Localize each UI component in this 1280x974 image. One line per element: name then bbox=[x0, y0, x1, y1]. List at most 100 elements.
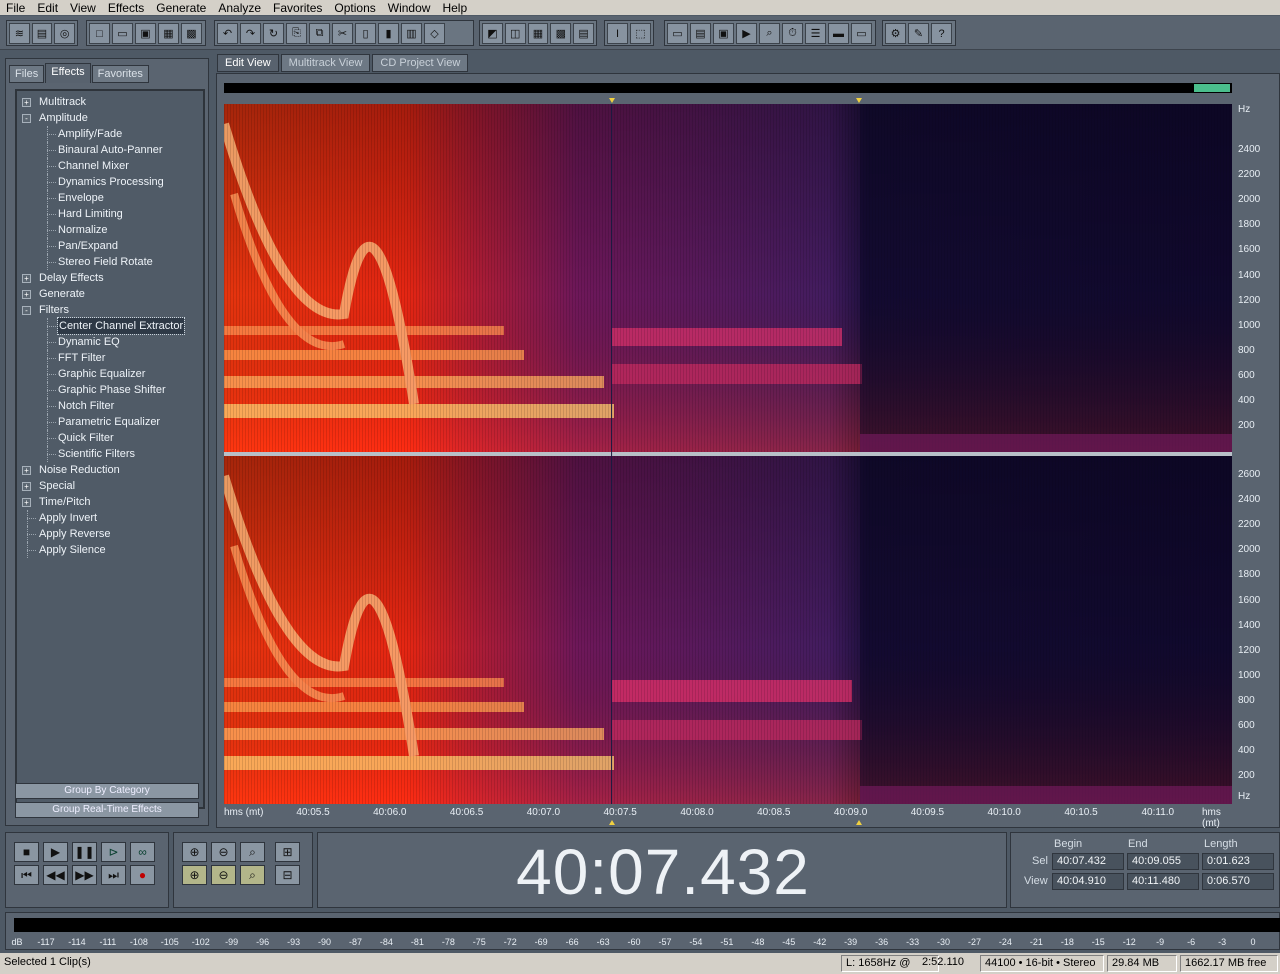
overview-bar[interactable] bbox=[224, 83, 1232, 93]
marquee-tool-icon[interactable]: ⬚ bbox=[630, 23, 651, 44]
tree-item-time-pitch[interactable]: + Time/Pitch bbox=[17, 494, 203, 510]
tree-item-channel-mixer[interactable]: Channel Mixer bbox=[17, 158, 203, 174]
record-button[interactable]: ● bbox=[130, 865, 155, 885]
organizer-icon[interactable]: ▭ bbox=[667, 23, 688, 44]
go-to-start-button[interactable]: ⏮ bbox=[14, 865, 39, 885]
rewind-button[interactable]: ◀◀ bbox=[43, 865, 68, 885]
menu-edit[interactable]: Edit bbox=[31, 1, 64, 15]
paste-new-icon[interactable]: ▮ bbox=[378, 23, 399, 44]
tree-item-filters[interactable]: - Filters bbox=[17, 302, 203, 318]
status-bar-icon[interactable]: ▭ bbox=[851, 23, 872, 44]
help-icon[interactable]: ? bbox=[931, 23, 952, 44]
waveform-view-icon[interactable]: ◩ bbox=[482, 23, 503, 44]
play-button[interactable]: ▶ bbox=[43, 842, 68, 862]
zoom-in-horizontal-button[interactable]: ⊕ bbox=[182, 842, 207, 862]
expander-icon[interactable]: + bbox=[22, 466, 31, 475]
selection-end-marker-top[interactable] bbox=[856, 98, 863, 103]
tab-cd-project-view[interactable]: CD Project View bbox=[372, 54, 469, 72]
zoom-selection-button[interactable]: ⌕ bbox=[240, 865, 265, 885]
pan-view-icon[interactable]: ▩ bbox=[550, 23, 572, 44]
group-realtime-effects-button[interactable]: Group Real-Time Effects bbox=[15, 802, 199, 818]
tree-item-parametric-equalizer[interactable]: Parametric Equalizer bbox=[17, 414, 203, 430]
tree-item-generate[interactable]: + Generate bbox=[17, 286, 203, 302]
selection-end-marker-bottom[interactable] bbox=[856, 820, 863, 825]
open-file-icon[interactable]: ▭ bbox=[112, 23, 133, 44]
zoom-to-left-button[interactable]: ⊕ bbox=[182, 865, 207, 885]
tree-item-multitrack[interactable]: + Multitrack bbox=[17, 94, 203, 110]
tree-item-dynamic-eq[interactable]: Dynamic EQ bbox=[17, 334, 203, 350]
snap-icon[interactable]: ◫ bbox=[504, 23, 526, 44]
repeat-icon[interactable]: ↻ bbox=[263, 23, 284, 44]
tree-item-quick-filter[interactable]: Quick Filter bbox=[17, 430, 203, 446]
menu-view[interactable]: View bbox=[64, 1, 102, 15]
expander-icon[interactable]: + bbox=[22, 98, 31, 107]
tree-item-delay-effects[interactable]: + Delay Effects bbox=[17, 270, 203, 286]
menu-analyze[interactable]: Analyze bbox=[212, 1, 267, 15]
tree-item-normalize[interactable]: Normalize bbox=[17, 222, 203, 238]
tab-effects[interactable]: Effects bbox=[45, 63, 91, 83]
view-end-field[interactable]: 40:11.480 bbox=[1127, 873, 1199, 890]
zoom-in-vertical-button[interactable]: ⊞ bbox=[275, 842, 300, 862]
expander-icon[interactable]: - bbox=[22, 114, 31, 123]
menu-window[interactable]: Window bbox=[382, 1, 437, 15]
copy-icon[interactable]: ⎘ bbox=[286, 23, 307, 44]
phase-view-icon[interactable]: ▤ bbox=[573, 23, 594, 44]
tree-item-envelope[interactable]: Envelope bbox=[17, 190, 203, 206]
tab-edit-view[interactable]: Edit View bbox=[217, 54, 279, 72]
expander-icon[interactable]: + bbox=[22, 482, 31, 491]
menu-file[interactable]: File bbox=[0, 1, 31, 15]
tree-item-pan-expand[interactable]: Pan/Expand bbox=[17, 238, 203, 254]
go-to-end-button[interactable]: ⏭ bbox=[101, 865, 126, 885]
scripts-icon[interactable]: ✎ bbox=[908, 23, 929, 44]
fast-forward-button[interactable]: ▶▶ bbox=[72, 865, 97, 885]
menu-generate[interactable]: Generate bbox=[150, 1, 212, 15]
sel-begin-field[interactable]: 40:07.432 bbox=[1052, 853, 1124, 870]
tree-item-center-channel-extractor[interactable]: Center Channel Extractor bbox=[17, 317, 203, 335]
spectral-view-icon[interactable]: ▦ bbox=[527, 23, 549, 44]
tree-item-apply-reverse[interactable]: Apply Reverse bbox=[17, 526, 203, 542]
tree-item-hard-limiting[interactable]: Hard Limiting bbox=[17, 206, 203, 222]
pause-button[interactable]: ❚❚ bbox=[72, 842, 97, 862]
copy-new-icon[interactable]: ⧉ bbox=[309, 23, 330, 44]
tree-item-dynamics-processing[interactable]: Dynamics Processing bbox=[17, 174, 203, 190]
mixer-icon[interactable]: ▤ bbox=[690, 23, 711, 44]
zoom-out-horizontal-button[interactable]: ⊖ bbox=[211, 842, 236, 862]
time-window-icon[interactable]: ⏱ bbox=[782, 23, 803, 44]
view-begin-field[interactable]: 40:04.910 bbox=[1052, 873, 1124, 890]
expander-icon[interactable]: - bbox=[22, 306, 31, 315]
expander-icon[interactable]: + bbox=[22, 290, 31, 299]
level-meter-icon[interactable]: ▬ bbox=[828, 23, 849, 44]
overview-selection[interactable] bbox=[1194, 84, 1230, 92]
sel-end-field[interactable]: 40:09.055 bbox=[1127, 853, 1199, 870]
tree-item-apply-invert[interactable]: Apply Invert bbox=[17, 510, 203, 526]
tree-item-notch-filter[interactable]: Notch Filter bbox=[17, 398, 203, 414]
expander-icon[interactable]: + bbox=[22, 274, 31, 283]
tab-multitrack-view[interactable]: Multitrack View bbox=[280, 54, 371, 72]
group-by-category-button[interactable]: Group By Category bbox=[15, 783, 199, 799]
tree-item-special[interactable]: + Special bbox=[17, 478, 203, 494]
settings-icon[interactable]: ⚙ bbox=[885, 23, 906, 44]
selection-start-marker-bottom[interactable] bbox=[608, 820, 615, 825]
tab-favorites[interactable]: Favorites bbox=[91, 65, 149, 83]
menu-help[interactable]: Help bbox=[436, 1, 473, 15]
expander-icon[interactable]: + bbox=[22, 498, 31, 507]
play-to-end-button[interactable]: ⊳ bbox=[101, 842, 126, 862]
tree-item-stereo-field-rotate[interactable]: Stereo Field Rotate bbox=[17, 254, 203, 270]
save-icon[interactable]: ▣ bbox=[135, 23, 156, 44]
edit-view-icon[interactable]: ≋ bbox=[9, 23, 30, 44]
undo-icon[interactable]: ↶ bbox=[217, 23, 238, 44]
tree-item-apply-silence[interactable]: Apply Silence bbox=[17, 542, 203, 558]
loop-button[interactable]: ∞ bbox=[130, 842, 155, 862]
mix-paste-icon[interactable]: ▥ bbox=[401, 23, 422, 44]
selection-start-marker-top[interactable] bbox=[608, 98, 615, 103]
redo-icon[interactable]: ↷ bbox=[240, 23, 261, 44]
tree-item-graphic-equalizer[interactable]: Graphic Equalizer bbox=[17, 366, 203, 382]
tree-item-graphic-phase-shifter[interactable]: Graphic Phase Shifter bbox=[17, 382, 203, 398]
transport-icon[interactable]: ▶ bbox=[736, 23, 757, 44]
zoom-to-right-button[interactable]: ⊖ bbox=[211, 865, 236, 885]
cd-view-icon[interactable]: ◎ bbox=[54, 23, 76, 44]
batch-icon[interactable]: ▩ bbox=[181, 23, 202, 44]
save-as-icon[interactable]: ▦ bbox=[158, 23, 179, 44]
tree-item-amplify-fade[interactable]: Amplify/Fade bbox=[17, 126, 203, 142]
stop-button[interactable]: ■ bbox=[14, 842, 39, 862]
